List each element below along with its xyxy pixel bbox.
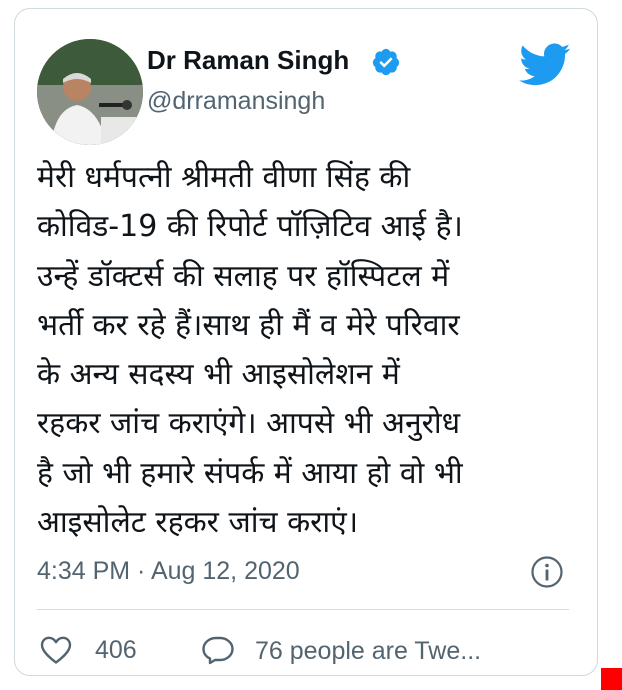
- reply-button[interactable]: 76 people are Twe...: [201, 635, 481, 667]
- heart-icon: [40, 636, 72, 664]
- author-handle[interactable]: @drramansingh: [147, 87, 325, 116]
- tweet-line: भर्ती कर रहे हैं।साथ ही मैं व मेरे परिवा…: [37, 307, 460, 343]
- tweet-line: के अन्य सदस्य भी आइसोलेशन में: [37, 357, 400, 393]
- divider: [37, 609, 569, 610]
- tweet-card[interactable]: Dr Raman Singh @drramansingh मेरी धर्मपत…: [14, 8, 598, 676]
- avatar[interactable]: [37, 39, 143, 145]
- like-count: 406: [95, 635, 137, 664]
- tweet-line: रहकर जांच कराएंगे। आपसे भी अनुरोध: [37, 406, 461, 442]
- like-button[interactable]: 406: [39, 635, 137, 665]
- tweet-line: आइसोलेट रहकर जांच कराएं।: [37, 505, 359, 541]
- tweet-text: मेरी धर्मपत्नी श्रीमती वीणा सिंह की कोवि…: [37, 153, 585, 547]
- tweet-timestamp[interactable]: 4:34 PM · Aug 12, 2020: [37, 557, 300, 586]
- tweet-line: है जो भी हमारे संपर्क में आया हो वो भी: [37, 455, 463, 491]
- tweet-line: उन्हें डॉक्टर्स की सलाह पर हॉस्पिटल में: [37, 258, 450, 294]
- corner-marker: [601, 668, 622, 690]
- profile-photo: [37, 39, 143, 145]
- verified-badge-icon: [372, 48, 400, 76]
- author-display-name[interactable]: Dr Raman Singh: [147, 45, 349, 76]
- twitter-bird-icon[interactable]: [519, 43, 571, 87]
- reply-text: 76 people are Twe...: [255, 636, 482, 665]
- speech-bubble-icon: [202, 636, 234, 665]
- tweet-line: मेरी धर्मपत्नी श्रीमती वीणा सिंह की: [37, 160, 411, 195]
- tweet-line: कोविड-19 की रिपोर्ट पॉज़िटिव आई है।: [37, 209, 463, 245]
- info-icon[interactable]: [530, 555, 564, 589]
